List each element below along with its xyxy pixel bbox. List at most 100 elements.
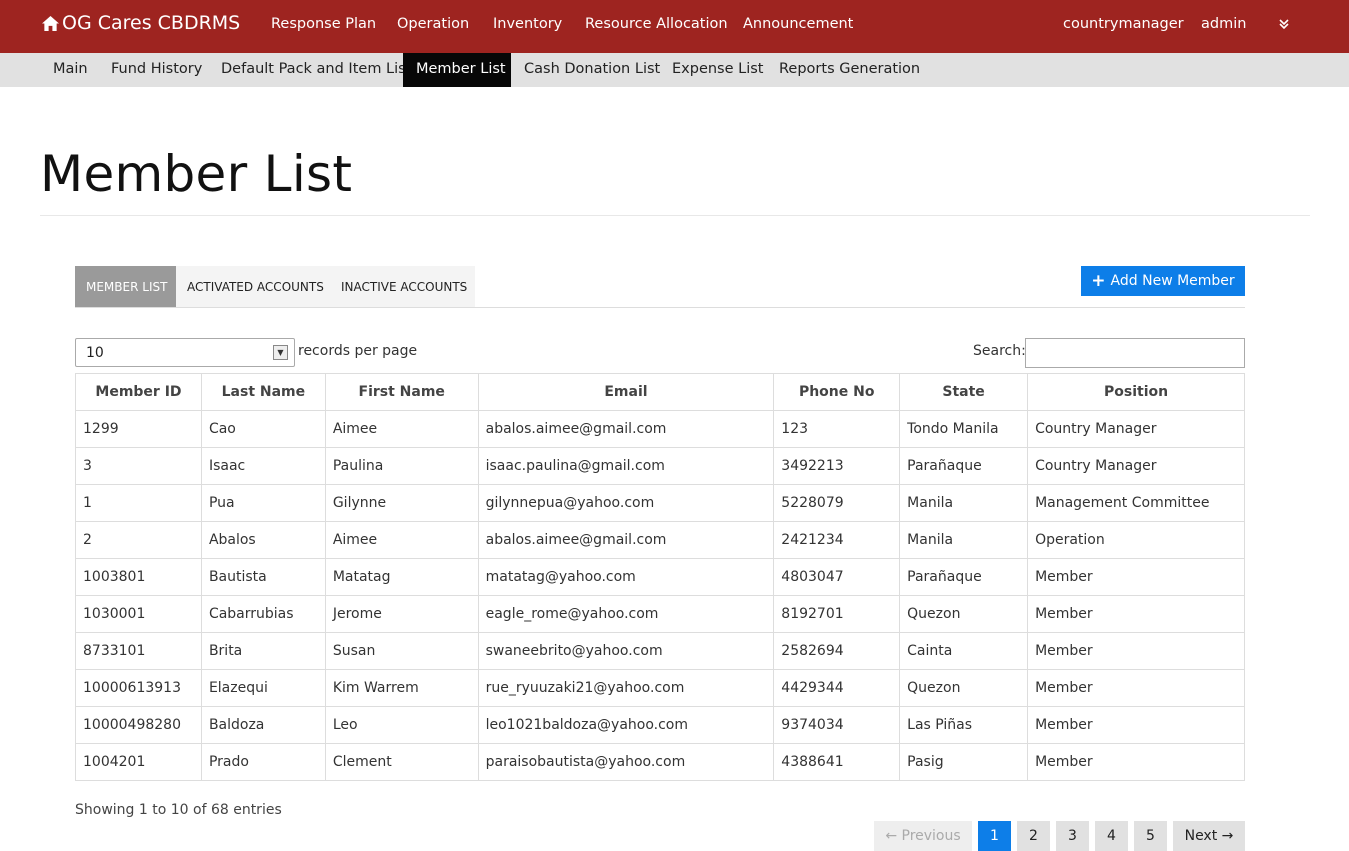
tab-member-list[interactable]: MEMBER LIST xyxy=(75,266,176,308)
top-navbar: OG Cares CBDRMS Response Plan Operation … xyxy=(0,0,1349,53)
nav-operation[interactable]: Operation xyxy=(397,16,469,32)
cell-state: Las Piñas xyxy=(899,706,1029,744)
cell-position: Management Committee xyxy=(1027,484,1245,522)
col-first-name[interactable]: First Name xyxy=(324,373,479,411)
table-row[interactable]: 8733101 Brita Susan swaneebrito@yahoo.com 25… xyxy=(75,632,1245,670)
cell-position: Member xyxy=(1027,595,1245,633)
pagination-page-1[interactable]: 1 xyxy=(978,821,1011,851)
table-row[interactable]: 2 Abalos Aimee abalos.aimee@gmail.com 242123… xyxy=(75,521,1245,559)
subnav-default-pack[interactable]: Default Pack and Item List xyxy=(208,53,424,87)
pagination-page-2[interactable]: 2 xyxy=(1017,821,1050,851)
cell-last-name: Pua xyxy=(200,484,326,522)
cell-last-name: Baldoza xyxy=(200,706,326,744)
nav-admin[interactable]: admin xyxy=(1201,16,1246,32)
cell-first-name: Paulina xyxy=(324,447,479,485)
cell-first-name: Leo xyxy=(324,706,479,744)
cell-first-name: Susan xyxy=(324,632,479,670)
cell-email: swaneebrito@yahoo.com xyxy=(477,632,775,670)
cell-email: rue_ryuuzaki21@yahoo.com xyxy=(477,669,775,707)
cell-email: gilynnepua@yahoo.com xyxy=(477,484,775,522)
cell-member-id: 1 xyxy=(75,484,202,522)
col-email[interactable]: Email xyxy=(477,373,775,411)
table-row[interactable]: 10000613913 Elazequi Kim Warrem rue_ryuuzak… xyxy=(75,669,1245,707)
tabs-divider xyxy=(75,307,1245,308)
cell-position: Member xyxy=(1027,632,1245,670)
cell-position: Country Manager xyxy=(1027,447,1245,485)
nav-response-plan[interactable]: Response Plan xyxy=(271,16,376,32)
page-title: Member List xyxy=(40,145,353,203)
nav-inventory[interactable]: Inventory xyxy=(493,16,562,32)
tab-inactive-accounts[interactable]: INACTIVE ACCOUNTS xyxy=(330,266,475,308)
cell-member-id: 2 xyxy=(75,521,202,559)
cell-phone: 4803047 xyxy=(773,558,901,596)
table-row[interactable]: 1004201 Prado Clement paraisobautista@yahoo… xyxy=(75,743,1245,781)
cell-last-name: Elazequi xyxy=(200,669,326,707)
pagination-page-3[interactable]: 3 xyxy=(1056,821,1089,851)
cell-last-name: Cao xyxy=(200,410,326,448)
table-row[interactable]: 1003801 Bautista Matatag matatag@yahoo.com 4… xyxy=(75,558,1245,596)
cell-state: Manila xyxy=(899,484,1029,522)
records-per-page-value: 10 xyxy=(86,345,104,361)
records-per-page-select[interactable]: 10 ▼ xyxy=(75,338,295,367)
cell-email: abalos.aimee@gmail.com xyxy=(477,521,775,559)
cell-last-name: Abalos xyxy=(200,521,326,559)
col-state[interactable]: State xyxy=(899,373,1029,411)
brand-link[interactable]: OG Cares CBDRMS xyxy=(41,12,240,34)
nav-announcement[interactable]: Announcement xyxy=(743,16,853,32)
cell-phone: 9374034 xyxy=(773,706,901,744)
cell-first-name: Kim Warrem xyxy=(324,669,479,707)
table-row[interactable]: 1 Pua Gilynne gilynnepua@yahoo.com 5228079 Ma… xyxy=(75,484,1245,522)
sub-navbar: Main Fund History Default Pack and Item … xyxy=(0,53,1349,87)
cell-phone: 123 xyxy=(773,410,901,448)
cell-state: Pasig xyxy=(899,743,1029,781)
pagination-next[interactable]: Next → xyxy=(1173,821,1245,851)
add-new-member-button[interactable]: + Add New Member xyxy=(1081,266,1245,296)
nav-user-name[interactable]: countrymanager xyxy=(1063,16,1184,32)
cell-first-name: Aimee xyxy=(324,521,479,559)
cell-phone: 4429344 xyxy=(773,669,901,707)
cell-phone: 5228079 xyxy=(773,484,901,522)
table-row[interactable]: 1030001 Cabarrubias Jerome eagle_rome@yahoo… xyxy=(75,595,1245,633)
home-icon xyxy=(42,15,59,31)
title-divider xyxy=(40,215,1310,216)
cell-phone: 2421234 xyxy=(773,521,901,559)
table-row[interactable]: 3 Isaac Paulina isaac.paulina@gmail.com 3492… xyxy=(75,447,1245,485)
cell-email: matatag@yahoo.com xyxy=(477,558,775,596)
add-new-member-label: Add New Member xyxy=(1110,273,1235,289)
cell-member-id: 10000613913 xyxy=(75,669,202,707)
search-input[interactable] xyxy=(1025,338,1245,368)
cell-member-id: 1004201 xyxy=(75,743,202,781)
search-label: Search: xyxy=(973,343,1026,359)
nav-resource-allocation[interactable]: Resource Allocation xyxy=(585,16,728,32)
pagination-previous[interactable]: ← Previous xyxy=(874,821,972,851)
tab-activated-accounts[interactable]: ACTIVATED ACCOUNTS xyxy=(176,266,330,308)
cell-state: Parañaque xyxy=(899,447,1029,485)
cell-last-name: Prado xyxy=(200,743,326,781)
table-row[interactable]: 10000498280 Baldoza Leo leo1021baldoza@yaho… xyxy=(75,706,1245,744)
col-last-name[interactable]: Last Name xyxy=(200,373,326,411)
col-phone-no[interactable]: Phone No xyxy=(773,373,901,411)
subnav-fund-history[interactable]: Fund History xyxy=(98,53,215,87)
subnav-main[interactable]: Main xyxy=(40,53,101,87)
subnav-expense-list[interactable]: Expense List xyxy=(659,53,777,87)
cell-last-name: Cabarrubias xyxy=(200,595,326,633)
plus-icon: + xyxy=(1091,270,1106,291)
records-per-page-label: records per page xyxy=(298,343,418,359)
cell-member-id: 1030001 xyxy=(75,595,202,633)
cell-state: Parañaque xyxy=(899,558,1029,596)
pagination-page-5[interactable]: 5 xyxy=(1134,821,1167,851)
cell-member-id: 8733101 xyxy=(75,632,202,670)
cell-member-id: 1299 xyxy=(75,410,202,448)
subnav-cash-donation-list[interactable]: Cash Donation List xyxy=(511,53,673,87)
cell-first-name: Aimee xyxy=(324,410,479,448)
col-position[interactable]: Position xyxy=(1027,373,1245,411)
cell-member-id: 3 xyxy=(75,447,202,485)
cell-position: Member xyxy=(1027,706,1245,744)
double-chevron-down-icon[interactable] xyxy=(1278,17,1290,31)
col-member-id[interactable]: Member ID xyxy=(75,373,202,411)
table-row[interactable]: 1299 Cao Aimee abalos.aimee@gmail.com 123 Ton… xyxy=(75,410,1245,448)
subnav-member-list[interactable]: Member List xyxy=(403,53,511,87)
pagination-page-4[interactable]: 4 xyxy=(1095,821,1128,851)
subnav-reports-generation[interactable]: Reports Generation xyxy=(766,53,933,87)
cell-position: Member xyxy=(1027,669,1245,707)
